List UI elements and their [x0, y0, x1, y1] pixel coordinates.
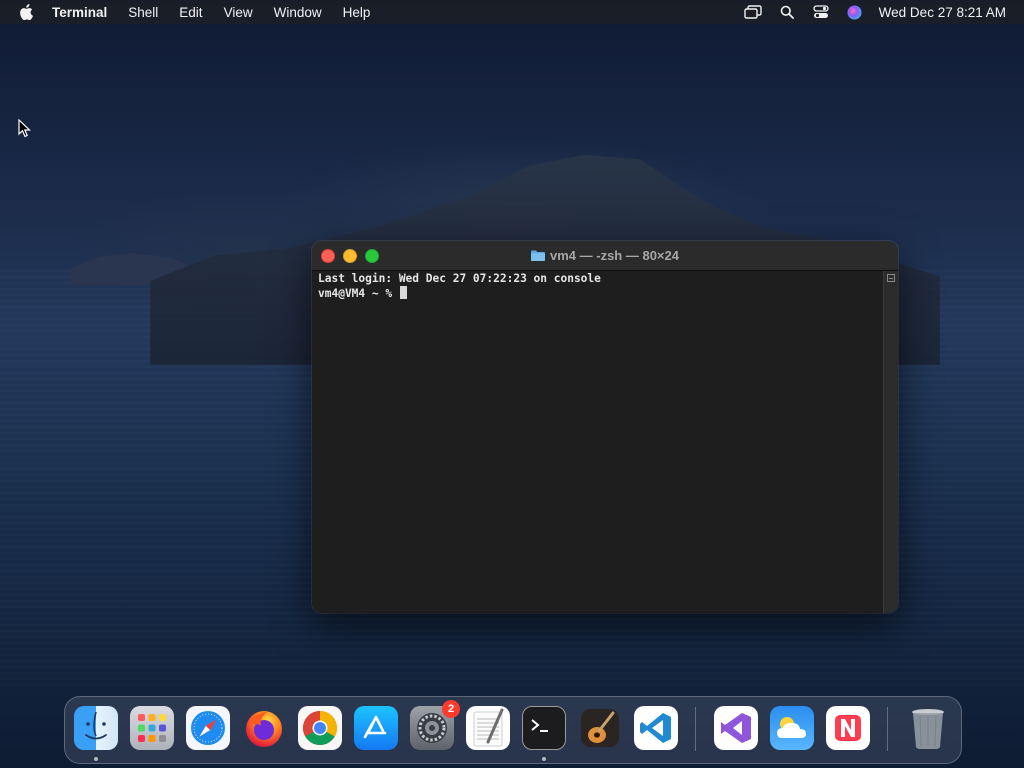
vscode-icon[interactable] — [634, 706, 678, 750]
safari-icon[interactable] — [186, 706, 230, 750]
terminal-prompt-line[interactable]: vm4@VM4 ~ % — [318, 286, 878, 301]
split-pane-icon[interactable] — [887, 274, 895, 282]
system-settings-icon[interactable]: 2 — [410, 700, 460, 750]
menu-shell[interactable]: Shell — [128, 5, 158, 20]
siri-icon[interactable] — [845, 4, 865, 20]
textedit-icon[interactable] — [466, 706, 510, 750]
finder-icon[interactable] — [74, 706, 118, 750]
visual-studio-icon[interactable] — [714, 706, 758, 750]
dock-separator — [695, 707, 696, 751]
terminal-window[interactable]: vm4 — -zsh — 80×24 Last login: Wed Dec 2… — [312, 241, 898, 613]
terminal-title-text: vm4 — -zsh — 80×24 — [550, 248, 679, 263]
text-cursor — [399, 286, 407, 299]
minimize-window-button[interactable] — [343, 248, 357, 263]
terminal-icon[interactable] — [522, 706, 566, 750]
menu-bar: Terminal Shell Edit View Window Help Wed… — [0, 0, 1024, 24]
finder-running-indicator — [94, 757, 98, 761]
menu-app-name[interactable]: Terminal — [52, 5, 107, 20]
menu-view[interactable]: View — [224, 5, 253, 20]
firefox-icon[interactable] — [242, 706, 286, 750]
spotlight-search-icon[interactable] — [777, 4, 797, 20]
apple-icon[interactable] — [18, 4, 34, 20]
menu-help[interactable]: Help — [343, 5, 371, 20]
control-center-icon[interactable] — [811, 4, 831, 20]
terminal-title-bar[interactable]: vm4 — -zsh — 80×24 — [312, 241, 898, 271]
system-settings-badge: 2 — [442, 700, 460, 718]
dock: 2 — [64, 696, 962, 764]
trash-icon[interactable] — [906, 706, 950, 750]
terminal-output[interactable]: Last login: Wed Dec 27 07:22:23 on conso… — [312, 271, 884, 613]
menu-window[interactable]: Window — [274, 5, 322, 20]
terminal-running-indicator — [542, 757, 546, 761]
dock-separator-trash — [887, 707, 888, 751]
window-controls — [321, 248, 387, 263]
terminal-prompt: vm4@VM4 ~ % — [318, 287, 399, 300]
zoom-window-button[interactable] — [365, 248, 379, 263]
chrome-icon[interactable] — [298, 706, 342, 750]
terminal-line-last-login: Last login: Wed Dec 27 07:22:23 on conso… — [318, 272, 601, 285]
news-icon[interactable] — [826, 706, 870, 750]
terminal-scrollbar[interactable] — [883, 271, 898, 613]
folder-icon — [531, 250, 545, 261]
menu-bar-status-area: Wed Dec 27 8:21 AM — [729, 4, 1006, 20]
menu-edit[interactable]: Edit — [179, 5, 202, 20]
garageband-icon[interactable] — [578, 706, 622, 750]
weather-icon[interactable] — [770, 706, 814, 750]
app-store-icon[interactable] — [354, 706, 398, 750]
menu-bar-clock[interactable]: Wed Dec 27 8:21 AM — [879, 5, 1006, 20]
launchpad-icon[interactable] — [130, 706, 174, 750]
terminal-title: vm4 — -zsh — 80×24 — [312, 241, 898, 270]
close-window-button[interactable] — [321, 248, 335, 263]
mouse-pointer-icon — [18, 118, 31, 143]
screen-mirroring-icon[interactable] — [743, 4, 763, 20]
